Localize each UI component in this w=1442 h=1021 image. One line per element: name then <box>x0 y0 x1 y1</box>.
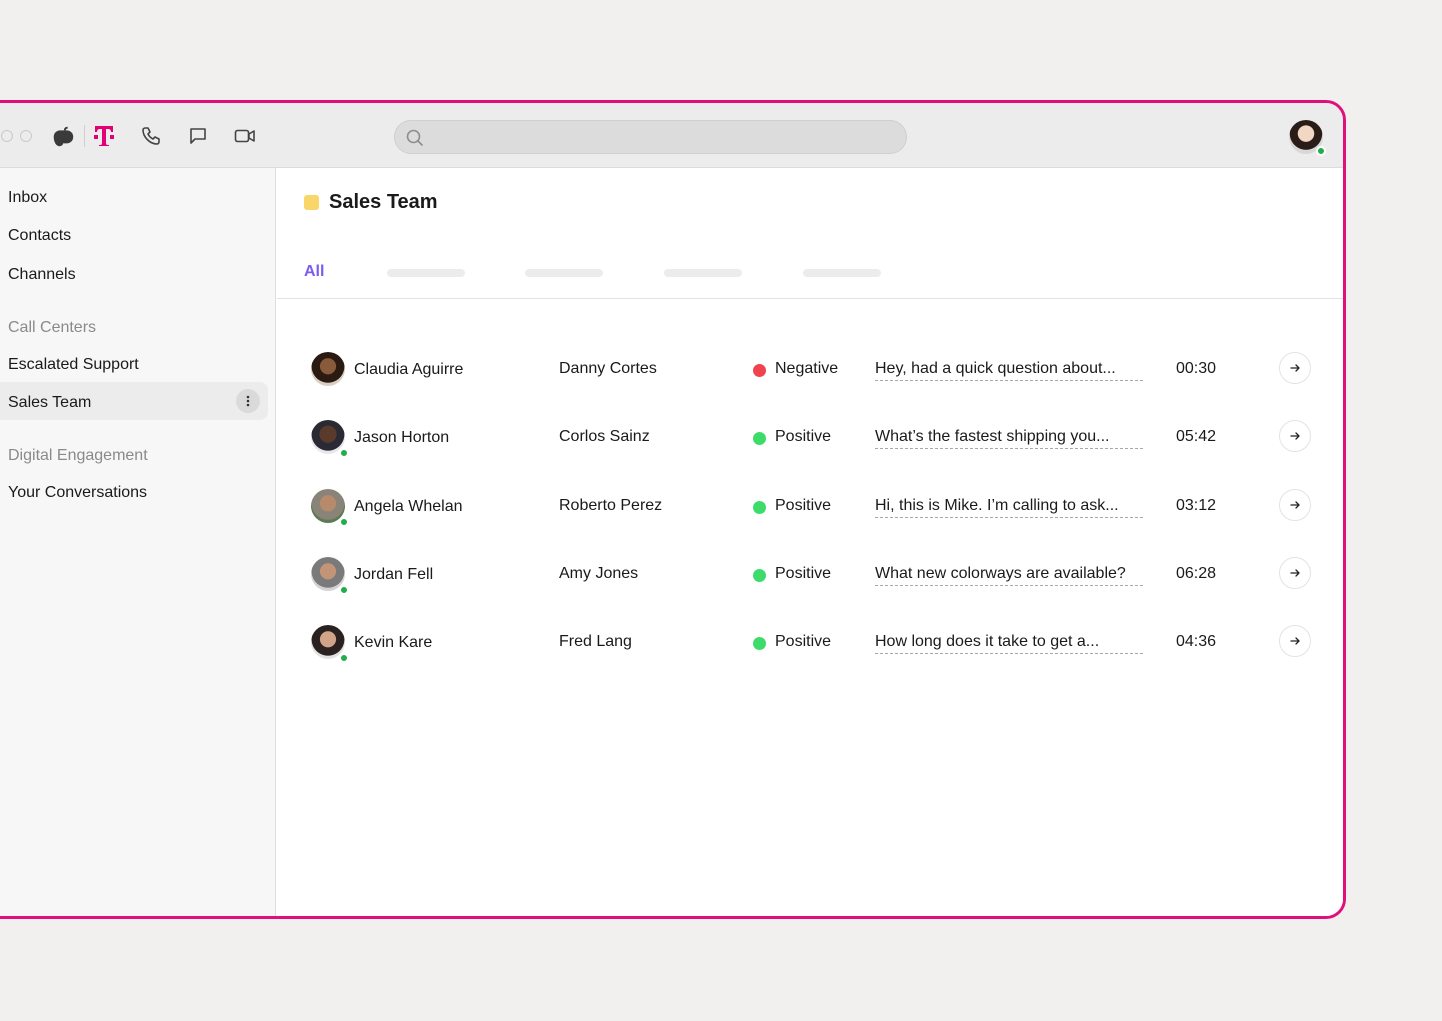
agent-avatar <box>311 557 349 595</box>
table-row[interactable]: Jason Horton Corlos Sainz Positive What’… <box>277 415 1343 459</box>
sidebar-item-label: Sales Team <box>8 394 92 411</box>
sentiment-label: Positive <box>775 565 832 582</box>
table-row[interactable]: Angela Whelan Roberto Perez Positive Hi,… <box>277 484 1343 528</box>
sentiment-label: Positive <box>775 428 832 445</box>
arrow-right-icon <box>1290 364 1300 372</box>
user-avatar[interactable] <box>1289 120 1326 156</box>
window-control-button[interactable] <box>1 130 13 142</box>
tab-placeholder[interactable] <box>803 269 881 277</box>
call-duration: 03:12 <box>1176 497 1217 514</box>
customer-name: Corlos Sainz <box>559 428 650 445</box>
agent-avatar <box>311 489 349 527</box>
arrow-right-icon <box>1290 501 1300 509</box>
customer-name: Amy Jones <box>559 565 639 582</box>
agent-avatar <box>311 420 349 458</box>
sentiment-label: Positive <box>775 633 832 650</box>
arrow-right-icon <box>1290 637 1300 645</box>
open-conversation-button[interactable] <box>1279 489 1311 521</box>
customer-name: Danny Cortes <box>559 360 657 377</box>
team-color-chip <box>304 195 319 210</box>
sentiment-dot <box>753 637 766 650</box>
open-conversation-button[interactable] <box>1279 352 1311 384</box>
t-mobile-logo-icon[interactable] <box>91 123 117 149</box>
sentiment-label: Positive <box>775 497 832 514</box>
agent-name: Kevin Kare <box>354 634 433 651</box>
sidebar-item-your-conversations[interactable]: Your Conversations <box>8 484 147 502</box>
open-conversation-button[interactable] <box>1279 557 1311 589</box>
page-title: Sales Team <box>329 191 438 213</box>
arrow-right-icon <box>1290 432 1300 440</box>
tab-all[interactable]: All <box>304 263 324 281</box>
open-conversation-button[interactable] <box>1279 420 1311 452</box>
message-preview[interactable]: Hey, had a quick question about... <box>875 360 1143 381</box>
online-status-dot <box>339 585 349 595</box>
online-status-dot <box>339 448 349 458</box>
open-conversation-button[interactable] <box>1279 625 1311 657</box>
sidebar-section-heading: Digital Engagement <box>8 447 148 464</box>
tabs-divider <box>277 298 1343 299</box>
agent-name: Jason Horton <box>354 429 450 446</box>
online-status-dot <box>1316 146 1326 156</box>
tab-placeholder[interactable] <box>525 269 603 277</box>
search-input[interactable] <box>394 120 907 154</box>
call-duration: 00:30 <box>1176 360 1217 377</box>
online-status-dot <box>339 517 349 527</box>
sentiment-dot <box>753 569 766 582</box>
toolbar-divider <box>84 125 85 147</box>
agent-name: Claudia Aguirre <box>354 361 464 378</box>
online-status-dot <box>339 653 349 663</box>
agent-avatar <box>311 625 349 663</box>
table-row[interactable]: Kevin Kare Fred Lang Positive How long d… <box>277 620 1343 664</box>
agent-avatar <box>311 352 345 386</box>
agent-name: Jordan Fell <box>354 566 434 583</box>
dialpad-logo-icon[interactable] <box>50 123 76 149</box>
sidebar: Inbox Contacts Channels Call Centers Esc… <box>0 168 276 916</box>
sidebar-item-contacts[interactable]: Contacts <box>8 227 71 245</box>
sidebar-item-inbox[interactable]: Inbox <box>8 189 47 207</box>
title-bar <box>0 103 1343 168</box>
sidebar-item-escalated-support[interactable]: Escalated Support <box>8 356 139 374</box>
window-control-button[interactable] <box>20 130 32 142</box>
message-preview[interactable]: What new colorways are available? <box>875 565 1143 586</box>
main-panel: Sales Team All Claudia Aguirre Danny Cor… <box>277 168 1343 916</box>
call-duration: 04:36 <box>1176 633 1217 650</box>
phone-icon[interactable] <box>138 123 164 149</box>
video-icon[interactable] <box>232 123 258 149</box>
call-duration: 05:42 <box>1176 428 1217 445</box>
table-row[interactable]: Jordan Fell Amy Jones Positive What new … <box>277 552 1343 596</box>
sentiment-dot <box>753 501 766 514</box>
sentiment-dot <box>753 364 766 377</box>
customer-name: Roberto Perez <box>559 497 663 514</box>
customer-name: Fred Lang <box>559 633 632 650</box>
call-duration: 06:28 <box>1176 565 1217 582</box>
search-icon <box>405 128 425 153</box>
message-preview[interactable]: What’s the fastest shipping you... <box>875 428 1143 449</box>
table-row[interactable]: Claudia Aguirre Danny Cortes Negative He… <box>277 347 1343 391</box>
agent-name: Angela Whelan <box>354 498 463 515</box>
sidebar-section-heading: Call Centers <box>8 319 97 336</box>
message-preview[interactable]: How long does it take to get a... <box>875 633 1143 654</box>
message-preview[interactable]: Hi, this is Mike. I’m calling to ask... <box>875 497 1143 518</box>
tab-placeholder[interactable] <box>664 269 742 277</box>
tab-placeholder[interactable] <box>387 269 465 277</box>
chat-icon[interactable] <box>185 123 211 149</box>
more-options-icon[interactable] <box>236 389 260 413</box>
arrow-right-icon <box>1290 569 1300 577</box>
app-window: Inbox Contacts Channels Call Centers Esc… <box>0 100 1346 919</box>
sidebar-item-channels[interactable]: Channels <box>8 266 76 284</box>
sentiment-dot <box>753 432 766 445</box>
sentiment-label: Negative <box>775 360 839 377</box>
